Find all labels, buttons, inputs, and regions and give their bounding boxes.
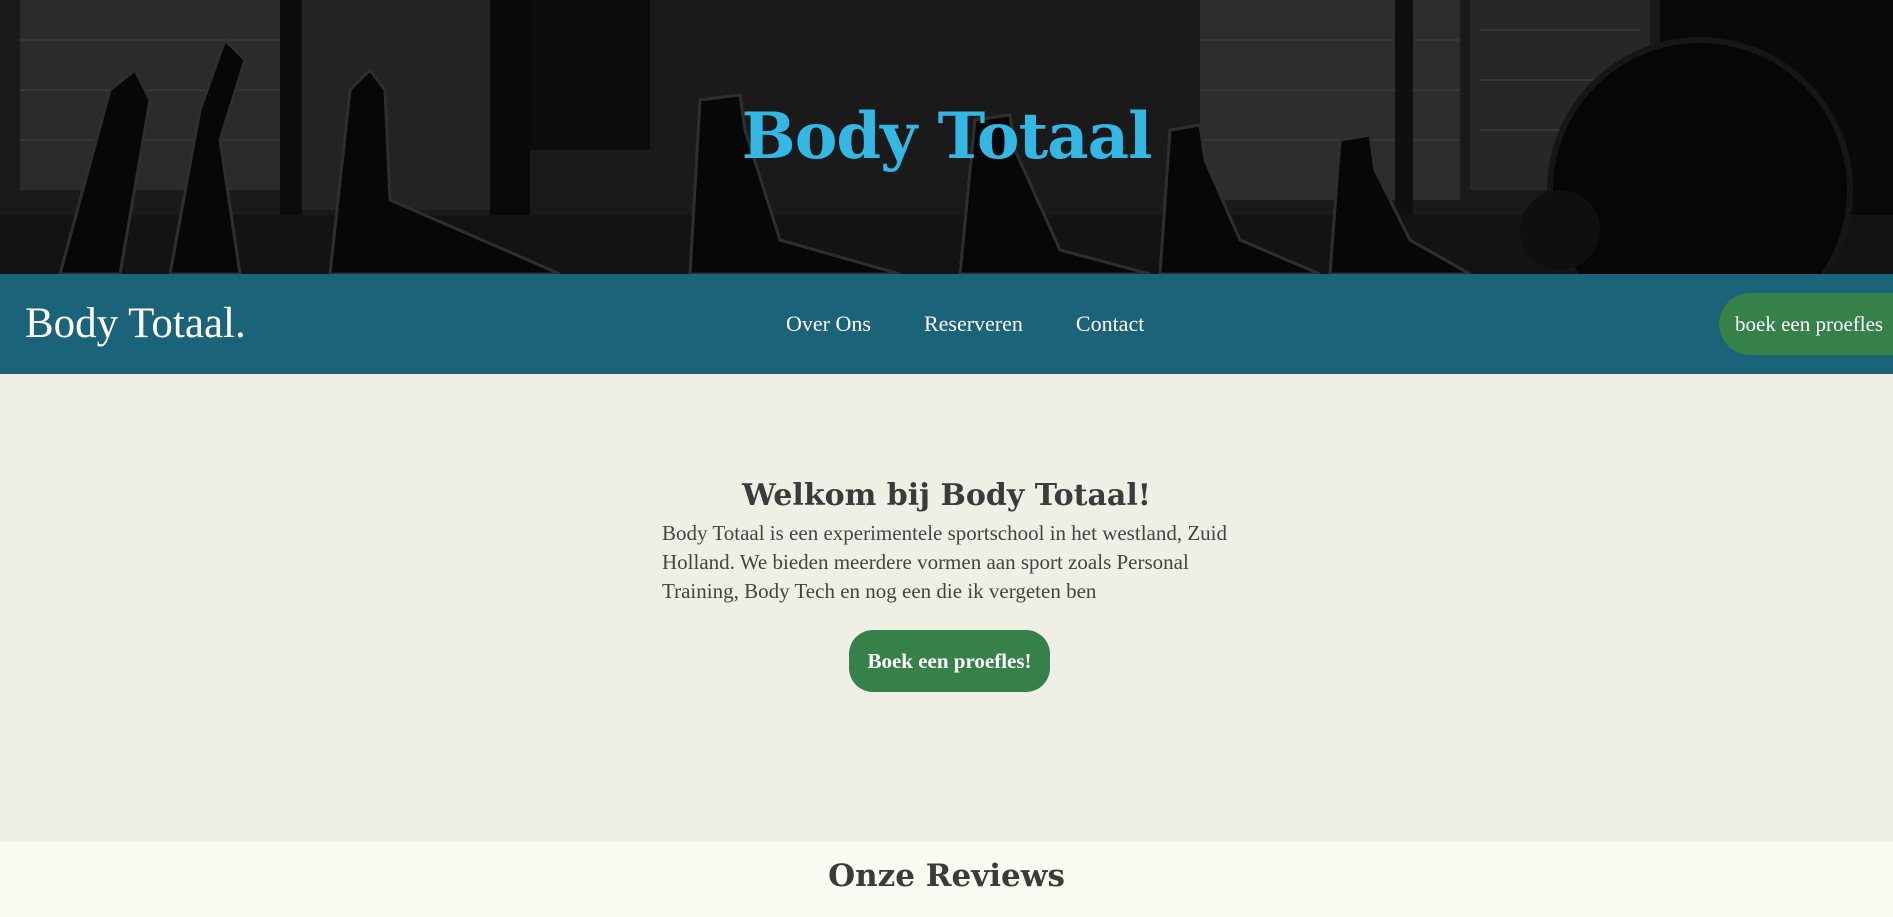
navbar: Body Totaal. Over Ons Reserveren Contact… xyxy=(0,274,1893,374)
nav-link-contact[interactable]: Contact xyxy=(1076,311,1144,337)
nav-links: Over Ons Reserveren Contact xyxy=(786,274,1197,374)
book-trial-button-nav[interactable]: boek een proefles xyxy=(1719,293,1893,355)
hero-title: Body Totaal xyxy=(741,99,1153,174)
book-trial-button[interactable]: Boek een proefles! xyxy=(849,630,1050,692)
welcome-text: Body Totaal is een experimentele sportsc… xyxy=(662,521,1228,603)
brand-logo[interactable]: Body Totaal. xyxy=(25,296,246,352)
welcome-title: Welkom bij Body Totaal! xyxy=(742,478,1151,513)
reviews-title: Onze Reviews xyxy=(828,858,1065,894)
reviews-section: Onze Reviews xyxy=(0,842,1893,917)
nav-link-over-ons[interactable]: Over Ons xyxy=(786,311,871,337)
hero-banner: Body Totaal xyxy=(0,0,1893,274)
welcome-section: Welkom bij Body Totaal! Body Totaal is e… xyxy=(0,374,1893,842)
nav-link-reserveren[interactable]: Reserveren xyxy=(924,311,1023,337)
